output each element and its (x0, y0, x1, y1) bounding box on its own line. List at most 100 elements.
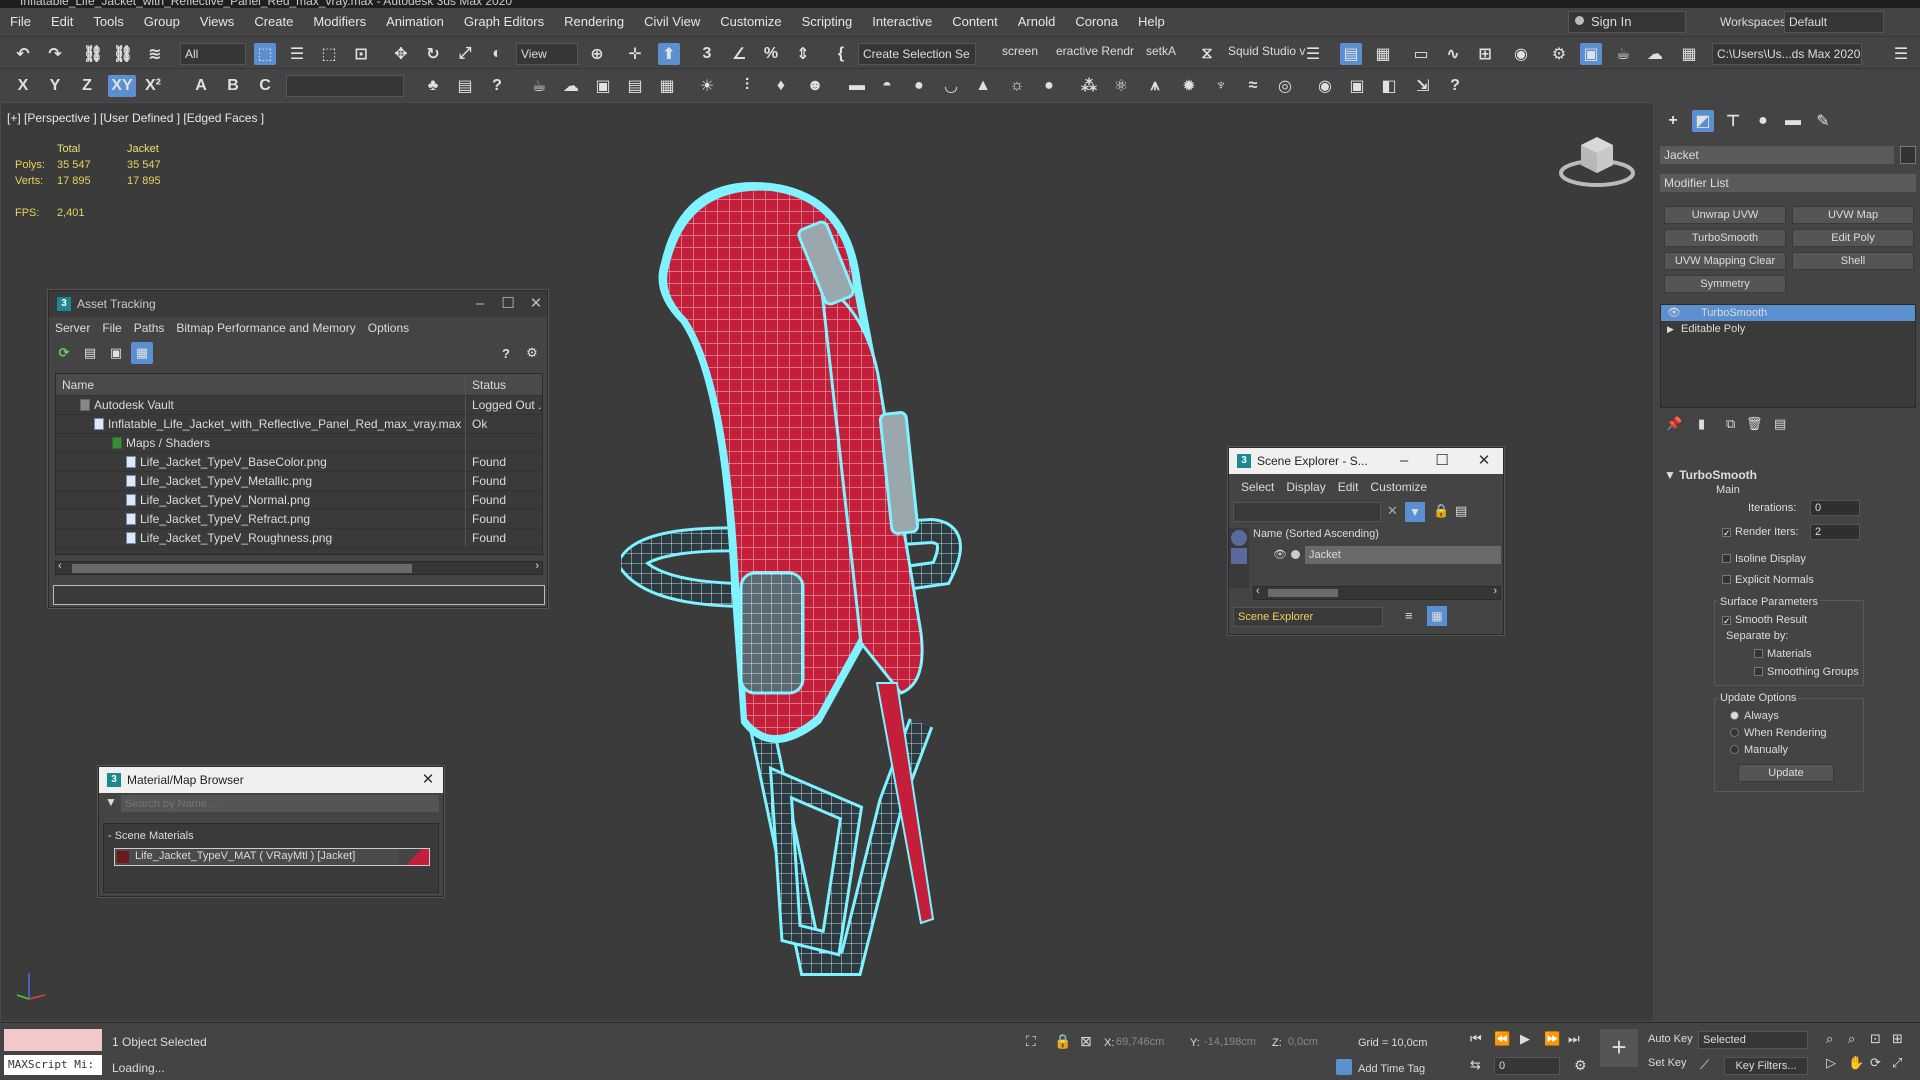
configure-sets-icon[interactable]: ▤ (1774, 416, 1786, 432)
layer-explorer-icon[interactable]: ▦ (1372, 43, 1394, 65)
sun-icon[interactable]: ☼ (1006, 75, 1028, 97)
add-key-icon[interactable]: + (1600, 1029, 1638, 1067)
molecule-icon[interactable]: ⚛ (1110, 75, 1132, 97)
at-menu-paths[interactable]: Paths (128, 321, 171, 335)
table-row[interactable]: Life_Jacket_TypeV_Roughness.png Found (56, 529, 542, 548)
bind-space-warp-icon[interactable]: ≋ (144, 43, 166, 65)
key-set-dropdown[interactable]: Selected (1698, 1031, 1808, 1049)
update-button[interactable]: Update (1738, 764, 1834, 782)
material-item[interactable]: Life_Jacket_TypeV_MAT ( VRayMtl ) [Jacke… (114, 848, 430, 866)
squid-studio-label[interactable]: Squid Studio v (1228, 44, 1305, 58)
select-manipulate-icon[interactable]: ✛ (624, 43, 646, 65)
move-icon[interactable]: ✥ (390, 43, 412, 65)
link-icon[interactable]: ⛓ (82, 43, 104, 65)
pan-icon[interactable]: ✋ (1848, 1055, 1864, 1071)
question-icon[interactable]: ? (1444, 75, 1466, 97)
key-mode-icon[interactable]: ⇆ (1470, 1057, 1481, 1073)
scene-materials-section[interactable]: - Scene Materials (104, 824, 438, 848)
selection-lock-icon[interactable]: 🔒 (1054, 1033, 1071, 1050)
tree-header[interactable]: Name (Sorted Ascending) (1253, 528, 1379, 540)
shell-button[interactable]: Shell (1792, 252, 1914, 270)
menu-interactive[interactable]: Interactive (862, 8, 942, 36)
particles-icon[interactable]: ⁂ (1078, 75, 1100, 97)
toolbar-menu-icon[interactable]: ☰ (1890, 43, 1912, 65)
bowl-icon[interactable]: ◡ (940, 75, 962, 97)
smooth-result-checkbox[interactable]: ✓ Smooth Result (1722, 614, 1807, 626)
column-status-header[interactable]: Status (466, 374, 542, 395)
keyboard-shortcut-override-icon[interactable]: ⬆ (658, 43, 680, 65)
expand-arrow-icon[interactable]: ▶ (1667, 321, 1674, 337)
edit-named-sets-icon[interactable]: { (830, 43, 852, 65)
eye-icon[interactable]: 👁 (1667, 305, 1681, 321)
uvw-mapping-clear-button[interactable]: UVW Mapping Clear (1664, 252, 1786, 270)
rendered-frame-window-icon[interactable]: ▣ (1580, 43, 1602, 65)
at-menu-bitmap[interactable]: Bitmap Performance and Memory (170, 321, 361, 335)
constraint-x[interactable]: X (12, 75, 34, 97)
workspace-dropdown[interactable]: Default (1784, 11, 1884, 33)
gear-sphere-icon[interactable]: ✹ (1178, 75, 1200, 97)
se-menu-customize[interactable]: Customize (1364, 480, 1433, 494)
xy-ring-icon[interactable]: X² (142, 75, 164, 97)
menu-animation[interactable]: Animation (376, 8, 454, 36)
menu-arnold[interactable]: Arnold (1008, 8, 1066, 36)
at-menu-file[interactable]: File (96, 321, 127, 335)
update-manually-radio[interactable]: Manually (1730, 744, 1788, 756)
life-jacket-model[interactable] (621, 163, 1051, 1023)
modifier-list-dropdown[interactable]: Modifier List (1660, 174, 1916, 192)
asset-path-field[interactable] (53, 585, 545, 605)
y-coord-field[interactable]: -14,198cm (1204, 1033, 1264, 1051)
clear-search-icon[interactable]: ✕ (1387, 503, 1398, 519)
orbit-icon[interactable]: ⟳ (1870, 1055, 1881, 1071)
menu-create[interactable]: Create (244, 8, 303, 36)
constraint-z[interactable]: Z (76, 75, 98, 97)
options-dropdown-icon[interactable]: ▼ (105, 795, 117, 809)
table-row[interactable]: Autodesk Vault Logged Out ... (56, 396, 542, 415)
table-row[interactable]: Inflatable_Life_Jacket_with_Reflective_P… (56, 415, 542, 434)
fur-icon[interactable]: ◎ (1274, 75, 1296, 97)
current-frame-field[interactable]: 0 (1494, 1057, 1560, 1075)
scale-icon[interactable]: ⤢ (454, 43, 476, 65)
bulb-icon[interactable]: ♦ (770, 75, 792, 97)
scene-explorer-icon[interactable]: ▤ (1340, 43, 1362, 65)
project-path-dropdown[interactable]: C:\Users\Us...ds Max 2020 (1712, 43, 1862, 65)
list-icon[interactable]: ▤ (454, 75, 476, 97)
scrollbar-thumb[interactable] (72, 564, 412, 573)
menu-views[interactable]: Views (190, 8, 244, 36)
hair-icon[interactable]: ≈ (1242, 75, 1264, 97)
create-tab-icon[interactable]: + (1662, 110, 1684, 132)
robot-icon[interactable]: ☻ (804, 75, 826, 97)
turbosmooth-rollout-title[interactable]: ▼ TurboSmooth (1664, 468, 1757, 482)
sync-icon[interactable]: ▤ (1455, 503, 1467, 519)
render-production-icon[interactable]: ☕ (1612, 43, 1634, 65)
layers-icon[interactable]: ≡ (1405, 608, 1413, 623)
minimize-icon[interactable]: – (465, 291, 495, 317)
zoom-extents-icon[interactable]: ⊡ (1870, 1031, 1881, 1047)
refresh-icon[interactable]: ⟳ (53, 342, 75, 364)
close-icon[interactable]: ✕ (1469, 448, 1499, 474)
undo-icon[interactable]: ↶ (12, 43, 34, 65)
at-menu-server[interactable]: Server (49, 321, 96, 335)
visibility-eye-icon[interactable]: 👁 (1273, 548, 1287, 561)
constraint-y[interactable]: Y (44, 75, 66, 97)
previous-frame-icon[interactable]: ⏪ (1494, 1031, 1510, 1047)
add-time-tag[interactable]: Add Time Tag (1358, 1063, 1425, 1075)
menu-corona[interactable]: Corona (1065, 8, 1128, 36)
hierarchy-tab-icon[interactable]: ⊤ (1722, 110, 1744, 132)
time-config-icon[interactable]: ⚙ (1574, 1057, 1587, 1074)
menu-customize[interactable]: Customize (710, 8, 791, 36)
tree-item-jacket[interactable]: Jacket (1305, 546, 1501, 564)
render-iterative-icon[interactable]: ▦ (1678, 43, 1700, 65)
display-tab-icon[interactable]: ▬ (1782, 110, 1804, 132)
scene-search-input[interactable] (1233, 502, 1381, 522)
help-icon[interactable]: ? (495, 342, 517, 364)
cone-icon[interactable]: ▲ (972, 75, 994, 97)
tree-icon[interactable]: ♣ (422, 75, 444, 97)
x-coord-field[interactable]: 69,746cm (1116, 1033, 1172, 1051)
maxscript-listener-output[interactable] (4, 1029, 102, 1051)
time-tag-icon[interactable] (1336, 1059, 1352, 1075)
pivot-icon[interactable]: ⊕ (586, 43, 608, 65)
zoom-extents-all-icon[interactable]: ⊞ (1892, 1031, 1903, 1047)
utilities-tab-icon[interactable]: ✎ (1812, 110, 1834, 132)
key-filters-button[interactable]: Key Filters... (1724, 1057, 1808, 1075)
viewcube[interactable] (1557, 131, 1637, 191)
